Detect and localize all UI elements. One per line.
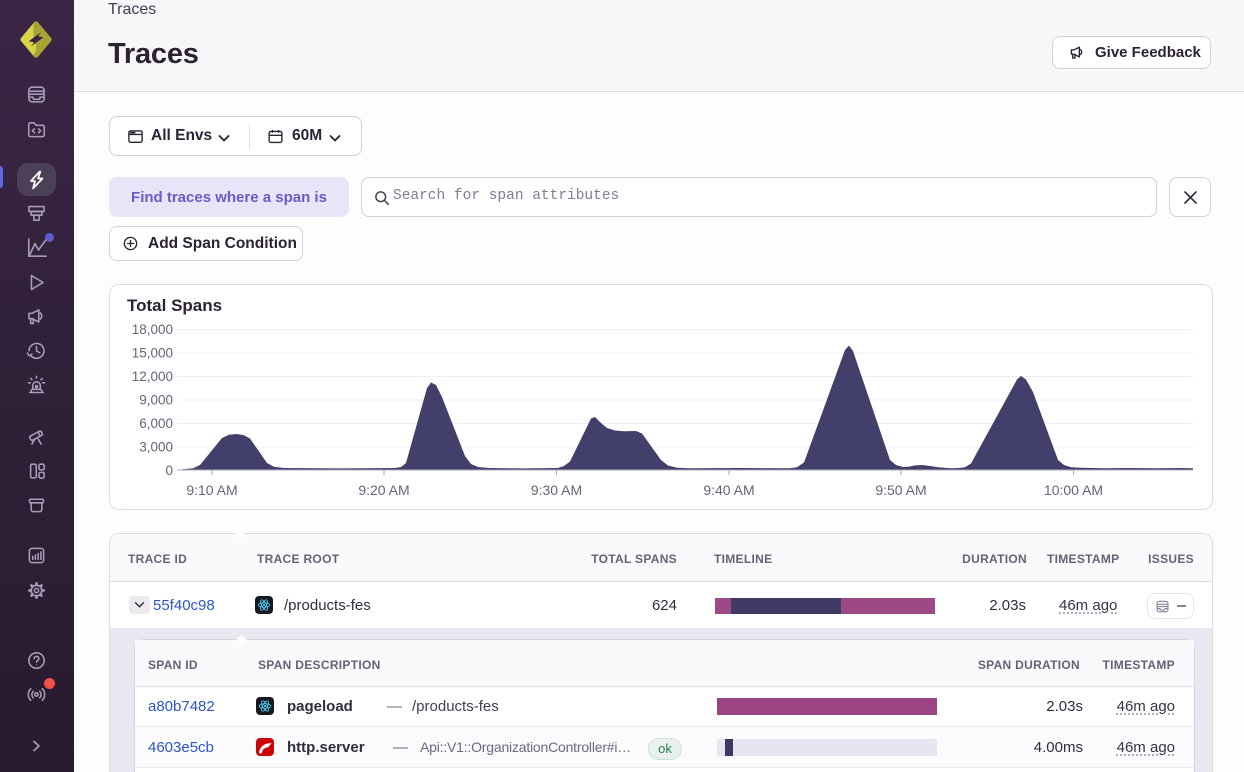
- svg-text:9:40 AM: 9:40 AM: [703, 482, 754, 498]
- svg-text:9:20 AM: 9:20 AM: [358, 482, 409, 498]
- svg-text:9:50 AM: 9:50 AM: [875, 482, 926, 498]
- svg-text:9,000: 9,000: [139, 393, 173, 408]
- svg-text:9:10 AM: 9:10 AM: [186, 482, 237, 498]
- svg-text:10:00 AM: 10:00 AM: [1044, 482, 1103, 498]
- svg-text:3,000: 3,000: [139, 440, 173, 455]
- svg-text:15,000: 15,000: [132, 346, 173, 361]
- svg-text:18,000: 18,000: [132, 322, 173, 337]
- svg-text:0: 0: [165, 463, 173, 478]
- svg-text:12,000: 12,000: [132, 369, 173, 384]
- svg-text:6,000: 6,000: [139, 416, 173, 431]
- svg-text:9:30 AM: 9:30 AM: [531, 482, 582, 498]
